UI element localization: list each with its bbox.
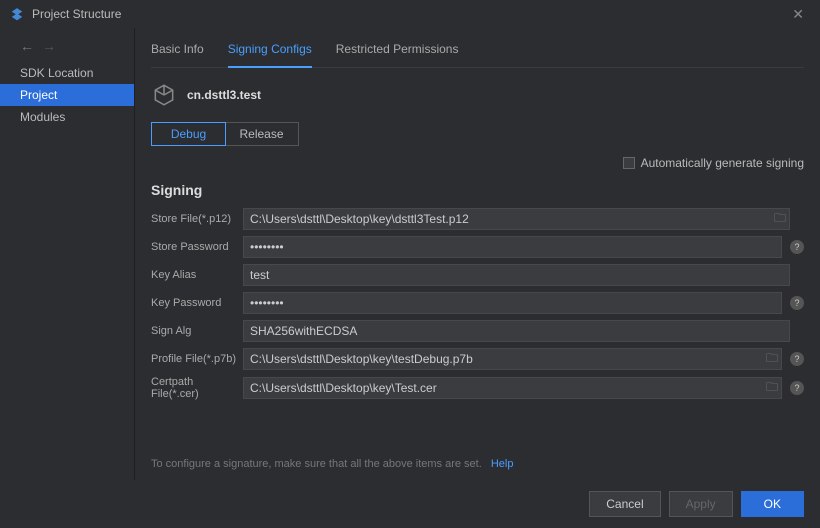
tab-restricted-permissions[interactable]: Restricted Permissions	[336, 42, 459, 67]
nav-back-icon[interactable]: ←	[20, 38, 34, 54]
project-name: cn.dsttl3.test	[187, 88, 261, 102]
key-password-help-icon[interactable]: ?	[790, 296, 804, 310]
store-file-input[interactable]	[243, 208, 790, 230]
store-password-input[interactable]	[243, 236, 782, 258]
tab-signing-configs[interactable]: Signing Configs	[228, 42, 312, 68]
store-file-browse-icon[interactable]: 🗀	[774, 209, 786, 230]
profile-file-input[interactable]	[243, 348, 782, 370]
buildtype-release[interactable]: Release	[225, 123, 298, 145]
module-cube-icon	[151, 82, 177, 108]
buildtype-debug[interactable]: Debug	[151, 122, 226, 146]
window-title: Project Structure	[32, 7, 121, 21]
cancel-button[interactable]: Cancel	[589, 491, 660, 517]
profile-file-label: Profile File(*.p7b)	[151, 353, 243, 365]
content-panel: Basic Info Signing Configs Restricted Pe…	[135, 28, 820, 480]
nav-forward-icon[interactable]: →	[42, 38, 56, 54]
auto-generate-label: Automatically generate signing	[641, 156, 804, 170]
sidebar: ← → SDK Location Project Modules	[0, 28, 135, 480]
footer: Cancel Apply OK	[0, 480, 820, 528]
tab-basic-info[interactable]: Basic Info	[151, 42, 204, 67]
key-alias-label: Key Alias	[151, 269, 243, 281]
app-logo-icon	[10, 7, 24, 21]
section-title: Signing	[151, 176, 804, 208]
sign-alg-input[interactable]	[243, 320, 790, 342]
certpath-file-browse-icon[interactable]: 🗀	[766, 378, 778, 399]
auto-generate-checkbox[interactable]	[623, 157, 635, 169]
store-password-help-icon[interactable]: ?	[790, 240, 804, 254]
titlebar: Project Structure ✕	[0, 0, 820, 28]
project-header: cn.dsttl3.test	[151, 68, 804, 122]
store-file-label: Store File(*.p12)	[151, 213, 243, 225]
tabs: Basic Info Signing Configs Restricted Pe…	[151, 28, 804, 68]
key-alias-input[interactable]	[243, 264, 790, 286]
sign-alg-label: Sign Alg	[151, 325, 243, 337]
certpath-file-input[interactable]	[243, 377, 782, 399]
profile-file-help-icon[interactable]: ?	[790, 352, 804, 366]
certpath-file-help-icon[interactable]: ?	[790, 381, 804, 395]
sidebar-item-project[interactable]: Project	[0, 84, 134, 106]
certpath-file-label: Certpath File(*.cer)	[151, 376, 243, 400]
help-link[interactable]: Help	[491, 458, 514, 470]
store-password-label: Store Password	[151, 241, 243, 253]
key-password-input[interactable]	[243, 292, 782, 314]
apply-button[interactable]: Apply	[669, 491, 733, 517]
sidebar-item-modules[interactable]: Modules	[0, 106, 134, 128]
buildtype-tabs: Debug Release	[151, 122, 299, 146]
ok-button[interactable]: OK	[741, 491, 804, 517]
profile-file-browse-icon[interactable]: 🗀	[766, 349, 778, 370]
hint-text: To configure a signature, make sure that…	[151, 458, 513, 470]
key-password-label: Key Password	[151, 297, 243, 309]
sidebar-item-sdk-location[interactable]: SDK Location	[0, 62, 134, 84]
close-icon[interactable]: ✕	[786, 4, 810, 25]
